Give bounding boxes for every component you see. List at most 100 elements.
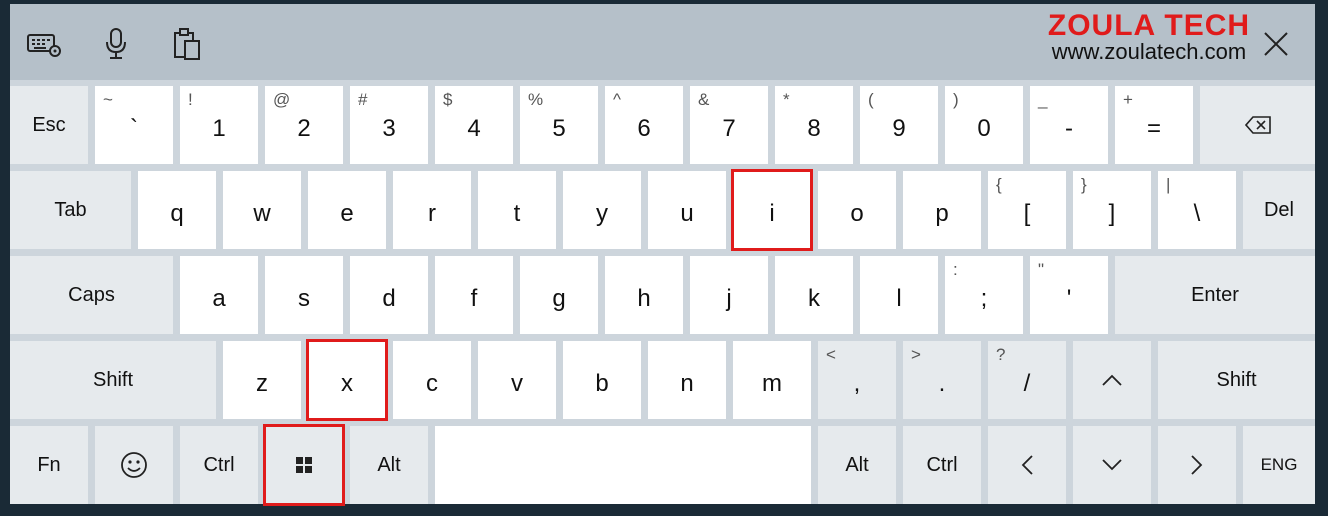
chevron-down-icon [1073,426,1151,504]
key-emoji[interactable] [95,426,173,504]
key-arrow-right[interactable] [1158,426,1236,504]
key-label: Esc [32,113,66,136]
key-k[interactable]: k [775,256,853,334]
key-main-label: [ [1023,200,1031,227]
key-3[interactable]: # 3 [350,86,428,164]
key-backspace[interactable] [1200,86,1315,164]
key-p[interactable]: p [903,171,981,249]
key-8[interactable]: * 8 [775,86,853,164]
key-label: Fn [37,453,61,476]
close-icon[interactable] [1262,30,1290,58]
key-esc[interactable]: Esc [10,86,88,164]
key-main-label: e [340,200,354,227]
key-tab[interactable]: Tab [10,171,131,249]
key-label: Enter [1191,283,1239,306]
key-language[interactable]: ENG [1243,426,1315,504]
key-arrow-down[interactable] [1073,426,1151,504]
key-backslash[interactable]: | \ [1158,171,1236,249]
key-slash[interactable]: ? / [988,341,1066,419]
key-m[interactable]: m [733,341,811,419]
key-label: Alt [845,453,869,476]
key-n[interactable]: n [648,341,726,419]
key-main-label: d [382,285,396,312]
key-1[interactable]: ! 1 [180,86,258,164]
key-d[interactable]: d [350,256,428,334]
key-a[interactable]: a [180,256,258,334]
key-space[interactable] [435,426,811,504]
key-main-label: k [808,285,820,312]
key-left-bracket[interactable]: { [ [988,171,1066,249]
key-quote[interactable]: " ' [1030,256,1108,334]
key-s[interactable]: s [265,256,343,334]
key-shift-right[interactable]: Shift [1158,341,1315,419]
key-9[interactable]: ( 9 [860,86,938,164]
key-x[interactable]: x [306,339,388,421]
key-6[interactable]: ^ 6 [605,86,683,164]
key-shift-label: ^ [613,90,621,109]
key-5[interactable]: % 5 [520,86,598,164]
key-shift-label: ~ [103,90,113,109]
key-v[interactable]: v [478,341,556,419]
key-comma[interactable]: < , [818,341,896,419]
key-semicolon[interactable]: : ; [945,256,1023,334]
key-y[interactable]: y [563,171,641,249]
keyboard-toolbar: ZOULA TECH www.zoulatech.com [10,4,1315,80]
key-shift-label: ! [188,90,193,109]
key-main-label: / [1023,370,1031,397]
key-main-label: y [596,200,608,227]
key-7[interactable]: & 7 [690,86,768,164]
key-q[interactable]: q [138,171,216,249]
key-main-label: ] [1108,200,1116,227]
key-arrow-left[interactable] [988,426,1066,504]
key-main-label: n [680,370,694,397]
key-z[interactable]: z [223,341,301,419]
key-main-label: ; [980,285,988,312]
key-fn[interactable]: Fn [10,426,88,504]
key-r[interactable]: r [393,171,471,249]
key-main-label: a [212,285,226,312]
key-shift-label: > [911,345,921,364]
key-ctrl-right[interactable]: Ctrl [903,426,981,504]
key-t[interactable]: t [478,171,556,249]
chevron-up-icon [1073,341,1151,419]
key-main-label: - [1065,115,1073,142]
key-main-label: g [552,285,566,312]
key-main-label: 4 [467,115,481,142]
key-u[interactable]: u [648,171,726,249]
key-b[interactable]: b [563,341,641,419]
key-right-bracket[interactable]: } ] [1073,171,1151,249]
key-g[interactable]: g [520,256,598,334]
microphone-icon[interactable] [96,24,136,64]
key-equals[interactable]: + = [1115,86,1193,164]
chevron-left-icon [988,426,1066,504]
key-e[interactable]: e [308,171,386,249]
key-4[interactable]: $ 4 [435,86,513,164]
key-alt-left[interactable]: Alt [350,426,428,504]
key-i[interactable]: i [731,169,813,251]
key-j[interactable]: j [690,256,768,334]
clipboard-icon[interactable] [168,24,208,64]
key-alt-right[interactable]: Alt [818,426,896,504]
key-2[interactable]: @ 2 [265,86,343,164]
key-main-label: r [428,200,436,227]
key-del[interactable]: Del [1243,171,1315,249]
key-o[interactable]: o [818,171,896,249]
key-main-label: h [637,285,651,312]
key-w[interactable]: w [223,171,301,249]
key-h[interactable]: h [605,256,683,334]
key-backtick[interactable]: ~ ` [95,86,173,164]
key-arrow-up[interactable] [1073,341,1151,419]
key-shift-left[interactable]: Shift [10,341,216,419]
key-main-label: = [1146,115,1161,142]
key-0[interactable]: ) 0 [945,86,1023,164]
key-f[interactable]: f [435,256,513,334]
key-caps[interactable]: Caps [10,256,173,334]
key-l[interactable]: l [860,256,938,334]
key-minus[interactable]: _ - [1030,86,1108,164]
key-period[interactable]: > . [903,341,981,419]
keyboard-settings-icon[interactable] [24,24,64,64]
key-c[interactable]: c [393,341,471,419]
key-enter[interactable]: Enter [1115,256,1315,334]
key-windows[interactable] [263,424,345,506]
key-ctrl-left[interactable]: Ctrl [180,426,258,504]
